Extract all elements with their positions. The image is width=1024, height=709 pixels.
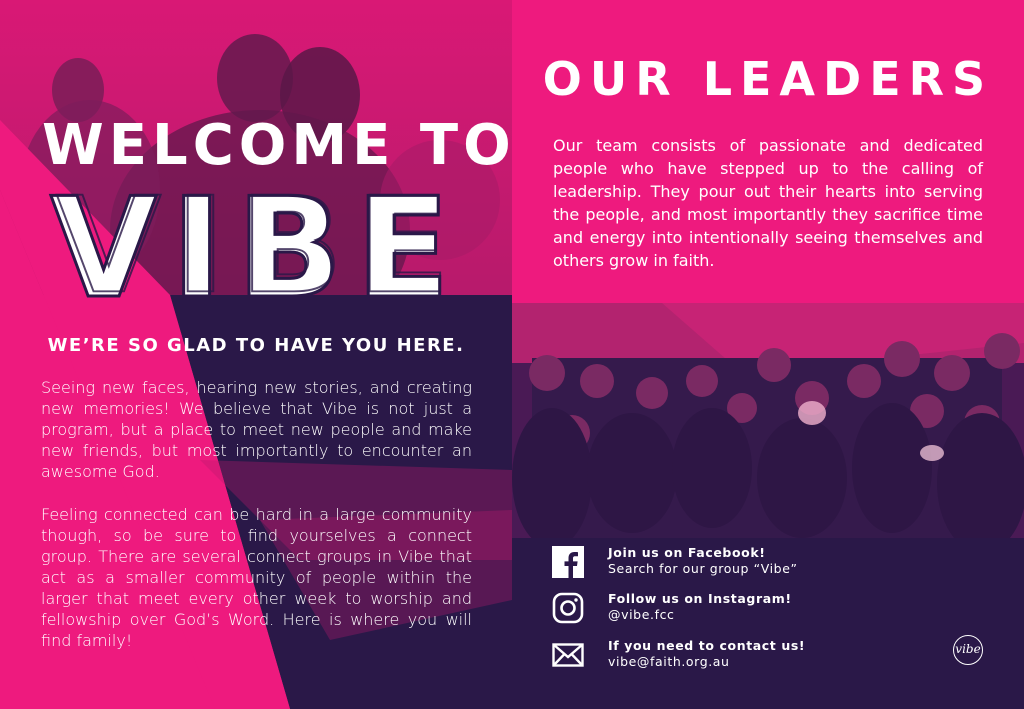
vibe-logo: vibe bbox=[953, 635, 983, 665]
facebook-detail: Search for our group “Vibe” bbox=[608, 561, 798, 576]
intro-paragraph: Seeing new faces, hearing new stories, a… bbox=[41, 378, 472, 481]
leaders-panel: OUR LEADERS Our team consists of passion… bbox=[512, 0, 1024, 709]
connect-group-paragraph: Feeling connected can be hard in a large… bbox=[41, 505, 472, 650]
leaders-group-photo bbox=[512, 303, 1024, 538]
contact-panel: Join us on Facebook! Search for our grou… bbox=[512, 538, 1024, 709]
facebook-icon bbox=[552, 546, 584, 578]
email-contact[interactable]: If you need to contact us! vibe@faith.or… bbox=[552, 638, 972, 679]
leaders-paragraph: Our team consists of passionate and dedi… bbox=[553, 136, 983, 270]
leaders-heading: OUR LEADERS bbox=[542, 52, 994, 106]
facebook-heading: Join us on Facebook! bbox=[608, 545, 766, 560]
vibe-outline-letters: VIBE VIBE bbox=[49, 167, 464, 331]
welcome-panel: WELCOME TO VIBE VIBE WE’RE SO GLAD TO HA… bbox=[0, 0, 512, 709]
facebook-contact[interactable]: Join us on Facebook! Search for our grou… bbox=[552, 545, 972, 586]
welcome-heading: WELCOME TO bbox=[42, 113, 512, 178]
email-detail: vibe@faith.org.au bbox=[608, 654, 730, 669]
instagram-heading: Follow us on Instagram! bbox=[608, 591, 792, 606]
instagram-contact[interactable]: Follow us on Instagram! @vibe.fcc bbox=[552, 591, 972, 632]
svg-text:VIBE: VIBE bbox=[56, 178, 464, 308]
vibe-wordmark: VIBE VIBE bbox=[42, 167, 472, 331]
instagram-icon bbox=[552, 592, 584, 624]
mail-icon bbox=[552, 643, 584, 667]
instagram-detail: @vibe.fcc bbox=[608, 607, 675, 622]
welcome-subheading: WE’RE SO GLAD TO HAVE YOU HERE. bbox=[47, 335, 465, 356]
email-heading: If you need to contact us! bbox=[608, 638, 806, 653]
